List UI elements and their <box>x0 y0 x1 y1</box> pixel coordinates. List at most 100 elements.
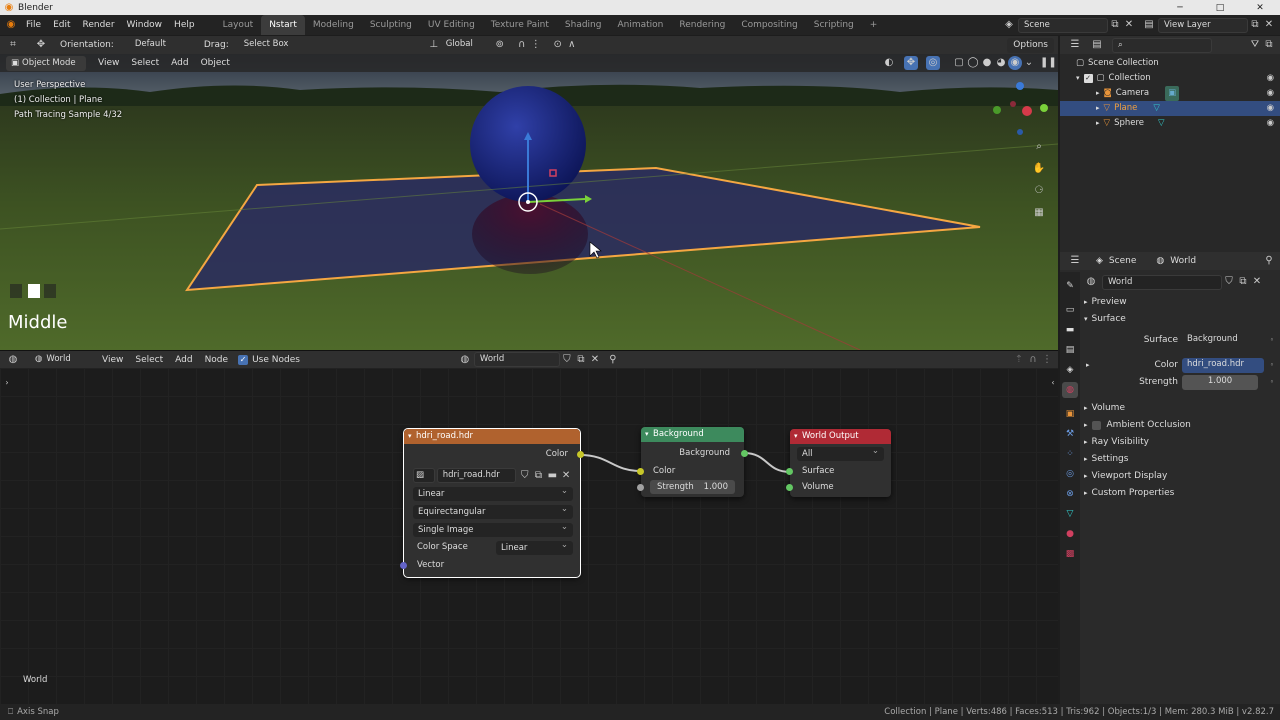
pan-hand-icon[interactable]: ✋ <box>1032 162 1046 176</box>
camera-view-icon[interactable]: ⚆ <box>1032 184 1046 198</box>
node-editor-canvas[interactable]: hdri_road.hdr Color ▨ hdri_road.hdr ⛉ ⧉ … <box>0 368 1058 704</box>
menu-object[interactable]: Object <box>195 58 236 68</box>
camera-expand-icon[interactable]: ▸ <box>1096 86 1100 101</box>
panel-volume[interactable]: ▸ Volume <box>1084 400 1276 417</box>
overlay-toggle-icon[interactable]: ◎ <box>926 56 940 70</box>
outliner-item-plane[interactable]: ▸ ▽ Plane ▽ ◉ <box>1060 101 1280 116</box>
falloff-icon[interactable]: ∧ <box>565 38 579 52</box>
surface-shader-field[interactable]: Background <box>1182 333 1276 348</box>
color-socket-icon[interactable]: ◦ <box>1270 357 1274 374</box>
outliner-collection[interactable]: ▾ ✓ ▢ Collection ◉ <box>1060 71 1280 86</box>
add-workspace-button[interactable]: + <box>862 15 886 35</box>
particles-tab-icon[interactable]: ⁘ <box>1062 446 1078 462</box>
color-expand-icon[interactable]: ▸ <box>1086 357 1090 374</box>
source-dropdown[interactable]: Single Image <box>413 520 573 537</box>
3d-viewport[interactable]: ▣ Object Mode View Select Add Object ◐ ✥… <box>0 54 1058 350</box>
world-name-field[interactable]: World <box>473 352 560 367</box>
scene-selector[interactable]: Scene <box>1018 17 1108 33</box>
transform-orientation-icon[interactable]: ⊥ <box>427 38 441 52</box>
plane-expand-icon[interactable]: ▸ <box>1096 101 1100 116</box>
world-browse-icon[interactable]: ◍ <box>1084 275 1098 289</box>
snap-target-icon[interactable]: ⋮ <box>529 38 543 52</box>
menu-add[interactable]: Add <box>165 58 194 68</box>
outliner-editor-type-icon[interactable]: ☰ <box>1068 38 1082 52</box>
shading-options-icon[interactable]: ⌄ <box>1022 56 1036 70</box>
nav-gizmo-x[interactable] <box>1022 106 1032 116</box>
object-tab-icon[interactable]: ▣ <box>1062 406 1078 422</box>
view-layer-icon[interactable]: ▤ <box>1142 18 1156 32</box>
strength-input-socket[interactable] <box>637 484 644 491</box>
node-menu-view[interactable]: View <box>96 355 129 365</box>
visibility-icon[interactable]: ◐ <box>882 56 896 70</box>
menu-file[interactable]: File <box>20 20 47 30</box>
close-window-button[interactable]: ✕ <box>1240 3 1280 13</box>
pivot-point-icon[interactable]: ⊚ <box>493 38 507 52</box>
menu-help[interactable]: Help <box>168 20 201 30</box>
properties-world-name[interactable]: World <box>1102 274 1222 290</box>
transform-tool-icon[interactable]: ✥ <box>34 38 48 52</box>
unlink-world-icon[interactable]: ✕ <box>588 353 602 367</box>
image-browse-button[interactable]: ▨ <box>413 468 435 483</box>
fake-user-shield-icon[interactable]: ⛉ <box>560 353 574 367</box>
sphere-visibility-eye-icon[interactable]: ◉ <box>1267 116 1274 131</box>
vector-input-socket[interactable] <box>400 562 407 569</box>
volume-input-socket[interactable] <box>786 484 793 491</box>
environment-texture-node[interactable]: hdri_road.hdr Color ▨ hdri_road.hdr ⛉ ⧉ … <box>400 428 584 578</box>
output-target-dropdown[interactable]: All <box>797 444 884 461</box>
panel-settings[interactable]: ▸ Settings <box>1084 451 1276 468</box>
nav-gizmo-z[interactable] <box>1016 82 1024 90</box>
use-nodes-checkbox[interactable]: ✓ Use Nodes <box>238 354 300 365</box>
background-node-header[interactable]: Background <box>641 427 744 442</box>
delete-view-layer-icon[interactable]: ✕ <box>1262 18 1276 32</box>
tab-scripting[interactable]: Scripting <box>806 15 862 35</box>
projection-dropdown[interactable]: Equirectangular <box>413 502 573 519</box>
pin-icon[interactable]: ⚲ <box>606 353 620 367</box>
image-color-output-socket[interactable] <box>577 451 584 458</box>
pause-render-icon[interactable]: ❚❚ <box>1040 56 1057 70</box>
plane-visibility-eye-icon[interactable]: ◉ <box>1267 101 1274 116</box>
panel-ambient-occlusion[interactable]: ▸ Ambient Occlusion <box>1084 417 1276 434</box>
gizmo-toggle-icon[interactable]: ✥ <box>904 56 918 70</box>
drag-dropdown[interactable]: Select Box <box>239 38 303 53</box>
panel-viewport-display[interactable]: ▸ Viewport Display <box>1084 468 1276 485</box>
image-open-icon[interactable]: ▬ <box>545 469 559 483</box>
camera-visibility-eye-icon[interactable]: ◉ <box>1267 86 1274 101</box>
menu-window[interactable]: Window <box>121 20 169 30</box>
orientation-dropdown[interactable]: Default <box>130 38 200 53</box>
tab-nstart[interactable]: Nstart <box>261 15 305 35</box>
scene-tab-icon[interactable]: ◈ <box>1062 362 1078 378</box>
physics-tab-icon[interactable]: ◎ <box>1062 466 1078 482</box>
node-sidebar-toggle-icon[interactable]: ‹ <box>1046 376 1060 390</box>
maximize-button[interactable]: □ <box>1200 3 1240 13</box>
menu-select[interactable]: Select <box>125 58 165 68</box>
node-menu-add[interactable]: Add <box>169 355 198 365</box>
new-view-layer-icon[interactable]: ⧉ <box>1248 18 1262 32</box>
mode-selector[interactable]: ▣ Object Mode <box>6 55 86 71</box>
editor-type-icon[interactable]: ⌗ <box>6 38 20 52</box>
plane-mesh-data-icon[interactable]: ▽ <box>1153 101 1160 116</box>
world-datablock-icon[interactable]: ◍ <box>458 353 472 367</box>
snap-icon[interactable]: ∩ <box>515 38 529 52</box>
background-output-socket[interactable] <box>741 450 748 457</box>
menu-edit[interactable]: Edit <box>47 20 76 30</box>
view-layer-selector[interactable]: View Layer <box>1158 17 1248 33</box>
texture-tab-icon[interactable]: ▩ <box>1062 546 1078 562</box>
panel-preview[interactable]: ▸ Preview <box>1084 294 1276 311</box>
properties-editor-type-icon[interactable]: ☰ <box>1068 254 1082 268</box>
view-layer-tab-icon[interactable]: ▤ <box>1062 342 1078 358</box>
menu-render[interactable]: Render <box>77 20 121 30</box>
ao-checkbox[interactable] <box>1091 421 1101 430</box>
collection-checkbox-icon[interactable]: ✓ <box>1083 74 1093 83</box>
new-scene-icon[interactable]: ⧉ <box>1108 18 1122 32</box>
surface-input-socket[interactable] <box>786 468 793 475</box>
surface-socket-icon[interactable]: ◦ <box>1270 332 1274 349</box>
outliner-item-sphere[interactable]: ▸ ▽ Sphere ▽ ◉ <box>1060 116 1280 131</box>
tab-animation[interactable]: Animation <box>609 15 671 35</box>
image-fake-user-icon[interactable]: ⛉ <box>518 469 532 483</box>
strength-socket-icon[interactable]: ◦ <box>1270 374 1274 391</box>
object-data-tab-icon[interactable]: ▽ <box>1062 506 1078 522</box>
tab-sculpting[interactable]: Sculpting <box>362 15 420 35</box>
options-dropdown[interactable]: Options <box>1007 37 1054 53</box>
nav-gizmo-neg-y[interactable] <box>993 106 1001 114</box>
nav-gizmo-y[interactable] <box>1040 104 1048 112</box>
